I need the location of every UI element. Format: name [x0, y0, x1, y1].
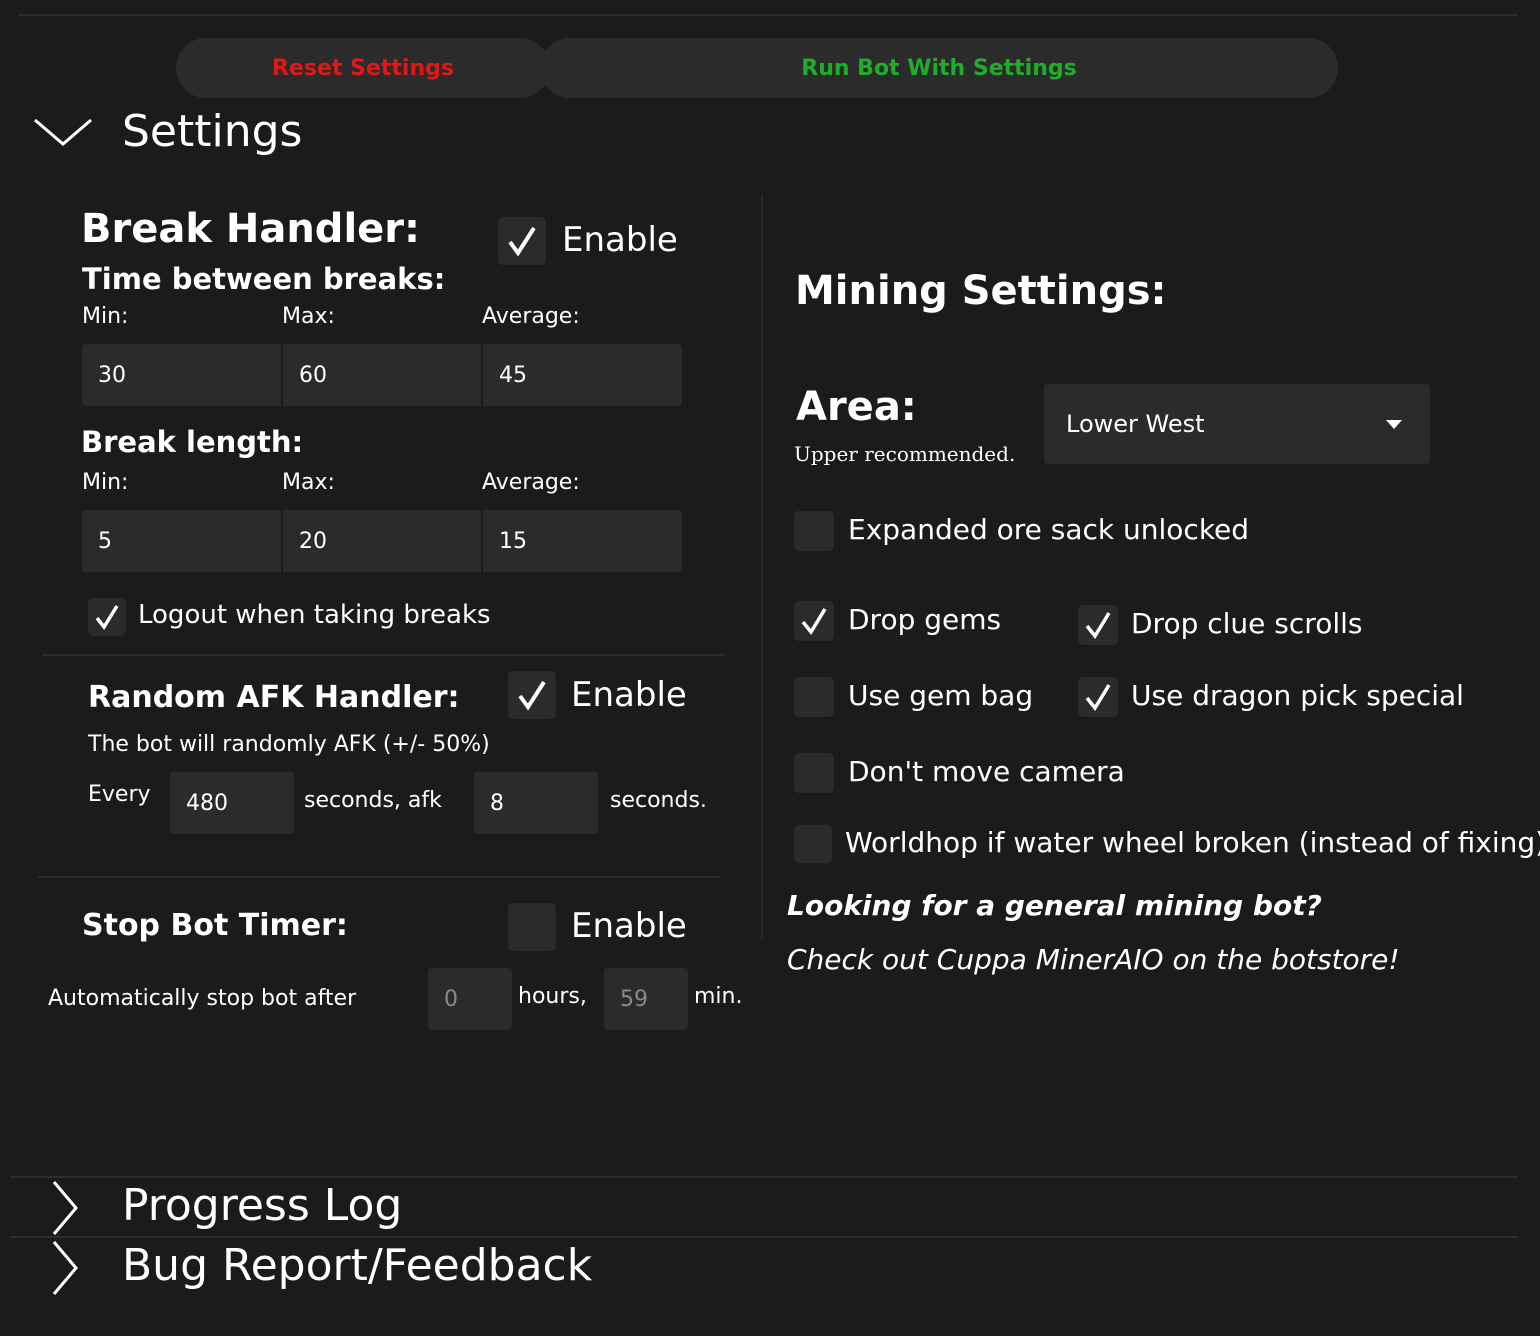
run-bot-button[interactable]: Run Bot With Settings	[540, 38, 1338, 98]
length-max-input[interactable]: 20	[283, 510, 481, 572]
afk-handler-title: Random AFK Handler:	[88, 680, 460, 715]
auto-stop-label: Automatically stop bot after	[48, 986, 357, 1011]
worldhop-checkbox[interactable]	[794, 825, 832, 863]
time-min-input[interactable]: 30	[82, 344, 281, 406]
settings-title: Settings	[122, 106, 303, 157]
chevron-down-icon	[34, 118, 92, 146]
logout-label: Logout when taking breaks	[138, 600, 491, 630]
time-avg-label: Average:	[482, 304, 580, 329]
column-divider	[761, 196, 763, 938]
promo-text: Check out Cuppa MinerAIO on the botstore…	[787, 943, 1400, 976]
progress-log-divider	[10, 1176, 1518, 1178]
break-handler-enable-checkbox[interactable]	[498, 217, 546, 265]
dragon-pick-label: Use dragon pick special	[1131, 679, 1464, 712]
gem-bag-checkbox[interactable]	[794, 677, 834, 717]
time-max-input[interactable]: 60	[283, 344, 481, 406]
stop-timer-enable-label: Enable	[571, 906, 687, 946]
drop-gems-label: Drop gems	[848, 603, 1002, 636]
afk-every-label: Every	[88, 782, 151, 807]
stop-minutes-label: min.	[694, 984, 743, 1009]
expanded-sack-label: Expanded ore sack unlocked	[848, 513, 1250, 546]
afk-every-input[interactable]: 480	[170, 772, 294, 834]
stop-minutes-input[interactable]: 59	[604, 968, 688, 1030]
progress-log-title[interactable]: Progress Log	[122, 1180, 402, 1231]
afk-handler-enable-checkbox[interactable]	[508, 671, 556, 719]
caret-down-icon	[1386, 420, 1402, 429]
drop-gems-checkbox[interactable]	[794, 601, 834, 641]
area-label: Area:	[796, 384, 917, 430]
length-min-input[interactable]: 5	[82, 510, 281, 572]
length-avg-input[interactable]: 15	[483, 510, 682, 572]
stop-hours-input[interactable]: 0	[428, 968, 512, 1030]
checkmark-icon	[1085, 612, 1111, 640]
break-handler-title: Break Handler:	[81, 206, 421, 252]
dragon-pick-checkbox[interactable]	[1078, 677, 1118, 717]
checkmark-icon	[1085, 684, 1111, 712]
chevron-right-icon	[52, 1181, 78, 1235]
time-max-label: Max:	[282, 304, 335, 329]
stop-timer-enable-checkbox[interactable]	[508, 903, 556, 951]
break-afk-divider	[42, 654, 724, 656]
afk-seconds-label: seconds.	[610, 788, 707, 813]
afk-duration-input[interactable]: 8	[474, 772, 598, 834]
time-min-label: Min:	[82, 304, 129, 329]
length-avg-label: Average:	[482, 470, 580, 495]
camera-checkbox[interactable]	[794, 753, 834, 793]
promo-question: Looking for a general mining bot?	[787, 889, 1322, 922]
bug-report-title[interactable]: Bug Report/Feedback	[122, 1240, 592, 1291]
afk-seconds-afk-label: seconds, afk	[304, 788, 442, 813]
logout-checkbox[interactable]	[88, 598, 126, 636]
break-handler-enable-label: Enable	[562, 220, 678, 260]
checkmark-icon	[518, 680, 546, 711]
checkmark-icon	[801, 608, 827, 636]
settings-toggle[interactable]	[30, 112, 100, 156]
bug-report-divider	[10, 1236, 1518, 1238]
progress-log-toggle[interactable]	[50, 1180, 82, 1236]
area-hint: Upper recommended.	[794, 442, 1016, 466]
run-bot-button-label: Run Bot With Settings	[801, 55, 1077, 81]
gem-bag-label: Use gem bag	[848, 679, 1034, 712]
expanded-sack-checkbox[interactable]	[794, 511, 834, 551]
camera-label: Don't move camera	[848, 755, 1125, 788]
time-between-breaks-title: Time between breaks:	[82, 262, 446, 296]
reset-settings-button-label: Reset Settings	[272, 55, 454, 81]
stop-timer-title: Stop Bot Timer:	[82, 908, 348, 943]
break-length-title: Break length:	[81, 425, 304, 459]
drop-clue-label: Drop clue scrolls	[1131, 607, 1363, 640]
drop-clue-checkbox[interactable]	[1078, 605, 1118, 645]
top-divider	[18, 14, 1518, 16]
afk-stop-divider	[38, 876, 720, 878]
mining-settings-title: Mining Settings:	[795, 268, 1167, 314]
chevron-right-icon	[52, 1241, 78, 1295]
checkmark-icon	[508, 226, 536, 257]
reset-settings-button[interactable]: Reset Settings	[176, 38, 550, 98]
time-avg-input[interactable]: 45	[483, 344, 682, 406]
stop-hours-label: hours,	[518, 984, 587, 1009]
length-max-label: Max:	[282, 470, 335, 495]
afk-description: The bot will randomly AFK (+/- 50%)	[88, 732, 490, 757]
worldhop-label: Worldhop if water wheel broken (instead …	[845, 826, 1540, 859]
area-dropdown[interactable]: Lower West	[1044, 384, 1430, 464]
afk-handler-enable-label: Enable	[571, 675, 687, 715]
length-min-label: Min:	[82, 470, 129, 495]
checkmark-icon	[95, 605, 119, 631]
area-dropdown-value: Lower West	[1066, 410, 1205, 438]
bug-report-toggle[interactable]	[50, 1240, 82, 1296]
